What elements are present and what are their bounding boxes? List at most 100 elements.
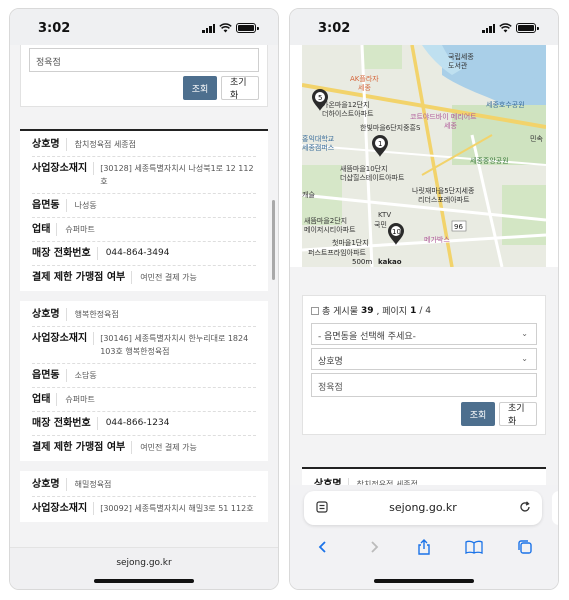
map-canvas[interactable]: 국립세종 도서관 세종호수공원 AK플라자 세종 가온마을12단지 더하이스트아… (302, 45, 546, 267)
reset-button[interactable]: 초기화 (221, 76, 259, 101)
count-label: 총 게시물 (322, 307, 358, 317)
field-select[interactable]: 상호명 ⌄ (311, 348, 537, 370)
svg-text:10: 10 (392, 228, 401, 236)
wifi-icon (499, 23, 512, 33)
chevron-down-icon: ⌄ (521, 354, 528, 363)
map-label: AK플라자 (350, 74, 379, 83)
map-label: 세종호수공원 (486, 100, 525, 109)
forward-icon[interactable] (364, 537, 384, 557)
map-label: 캐슬 (302, 190, 315, 199)
result-count: 총 게시물 39 , 페이지 1 / 4 (311, 304, 537, 317)
store-address: [30146] 세종특별자치시 한누리대로 1824 103호 행복한정육점 (100, 334, 249, 356)
field-label: 매장 전화번호 (32, 247, 98, 260)
search-button[interactable]: 조회 (183, 76, 217, 100)
payment-status: 여민전 결제 가능 (140, 273, 197, 282)
field-label: 사업장소재지 (32, 162, 95, 175)
back-icon[interactable] (313, 537, 333, 557)
map-label: 도서관 (448, 61, 468, 70)
battery-icon (516, 23, 539, 33)
map-label: 리더스포레아파트 (418, 195, 470, 204)
field-label: 매장 전화번호 (32, 417, 98, 430)
url-text[interactable]: sejong.go.kr (10, 558, 278, 568)
map-label: 세종중앙공원 (470, 156, 509, 165)
map-label: KTV (378, 211, 391, 219)
cellular-signal-icon (482, 23, 495, 33)
map-label: 퍼스트프라임아파트 (308, 248, 367, 257)
store-type: 슈퍼마트 (65, 395, 95, 404)
store-phone[interactable]: 044-864-3494 (98, 247, 170, 260)
store-name: 참치정육점 세종점 (74, 140, 137, 149)
map-label: 가온마을12단지 (322, 100, 370, 109)
wifi-icon (219, 23, 232, 33)
search-form: 총 게시물 39 , 페이지 1 / 4 - 읍면동을 선택해 주세요- ⌄ 상호… (302, 295, 546, 435)
count-total: 39 (360, 305, 374, 316)
reload-icon[interactable] (518, 500, 532, 514)
result-card: 상호명 참치정육점 세종점 사업장소재지 [30128] 세종특별자치시 나성북1로… (20, 131, 268, 291)
field-label: 읍면동 (32, 199, 67, 212)
dong-select-value: - 읍면동을 선택해 주세요- (318, 332, 416, 342)
result-card: 상호명 해밀정육점 사업장소재지 [30092] 세종특별자치시 해밀3로 51 1… (20, 471, 268, 522)
checkbox-icon[interactable] (311, 306, 319, 315)
address-bar[interactable]: sejong.go.kr (304, 491, 542, 525)
map-label: 나릿재마을5단지세종 (412, 186, 475, 195)
search-button[interactable]: 조회 (461, 402, 495, 426)
map-label: 세종 (358, 83, 371, 92)
field-label: 상호명 (32, 478, 67, 491)
map-label: kakao (378, 258, 402, 266)
payment-status: 여민전 결제 가능 (140, 443, 197, 452)
reset-button[interactable]: 초기화 (499, 402, 537, 427)
phone-left: 3:02 정육점 조회 초기화 상호명 참치정육점 세종점 사업장소재지 [3012… (9, 8, 279, 590)
field-label: 업태 (32, 223, 58, 236)
store-phone[interactable]: 044-866-1234 (98, 417, 170, 430)
store-address: [30128] 세종특별자치시 나성북1로 12 112호 (100, 164, 254, 186)
status-time: 3:02 (318, 21, 351, 36)
keyword-input[interactable]: 정육점 (29, 48, 259, 72)
cellular-signal-icon (202, 23, 215, 33)
map-label: 국립세종 (448, 52, 474, 61)
field-label: 상호명 (32, 308, 67, 321)
bookmarks-icon[interactable] (464, 537, 484, 557)
store-map[interactable]: 국립세종 도서관 세종호수공원 AK플라자 세종 가온마을12단지 더하이스트아… (302, 45, 546, 267)
map-label: 더샵힐스테이트아파트 (340, 173, 405, 182)
map-label: 첫마을1단지 (332, 238, 369, 247)
page-content: 정육점 조회 초기화 상호명 참치정육점 세종점 사업장소재지 [30128] 세종… (10, 45, 278, 547)
next-tab-preview[interactable] (552, 491, 558, 525)
browser-bottom-bar: sejong.go.kr (10, 547, 278, 589)
keyword-input[interactable]: 정육점 (311, 373, 537, 397)
store-dong: 소담동 (74, 371, 97, 380)
store-name: 해밀정육점 (74, 480, 112, 489)
map-label: 국민 (374, 220, 387, 229)
browser-toolbar: sejong.go.kr (290, 485, 558, 589)
nav-toolbar (290, 535, 558, 559)
map-label: 500m (352, 258, 372, 266)
map-label: 코트야드바이 메리어트 (410, 112, 477, 121)
status-time: 3:02 (38, 21, 71, 36)
battery-icon (236, 23, 259, 33)
svg-text:5: 5 (318, 94, 322, 102)
map-label: 한빛마을6단지중흥S (360, 123, 421, 132)
page-label: , 페이지 (376, 307, 408, 317)
field-label: 읍면동 (32, 369, 67, 382)
field-label: 사업장소재지 (32, 332, 95, 345)
map-label: 새뜸마을10단지 (340, 164, 388, 173)
map-label: 새뜸마을2단지 (304, 216, 347, 225)
store-dong: 나성동 (74, 201, 97, 210)
field-label: 결제 제한 가맹점 여부 (32, 271, 133, 284)
map-label: 96 (454, 223, 463, 231)
map-label: 민속 (530, 134, 543, 143)
tabs-icon[interactable] (515, 537, 535, 557)
map-label: 세종 (444, 121, 457, 130)
chevron-down-icon: ⌄ (521, 329, 528, 338)
home-indicator (94, 579, 194, 583)
share-icon[interactable] (414, 537, 434, 557)
scrollbar[interactable] (272, 200, 275, 280)
phone-right: 3:02 국립세종 도서관 세종호수공원 AK플라자 세종 가온마을12단지 더… (289, 8, 559, 590)
map-label: 세종캠퍼스 (302, 143, 335, 152)
map-label: 더하이스트아파트 (322, 109, 374, 118)
dong-select[interactable]: - 읍면동을 선택해 주세요- ⌄ (311, 323, 537, 345)
result-card: 상호명 행복한정육점 사업장소재지 [30146] 세종특별자치시 한누리대로 18… (20, 301, 268, 461)
url-text[interactable]: sejong.go.kr (304, 501, 542, 514)
field-label: 업태 (32, 393, 58, 406)
status-bar: 3:02 (290, 9, 558, 45)
page-total: / 4 (419, 305, 431, 316)
